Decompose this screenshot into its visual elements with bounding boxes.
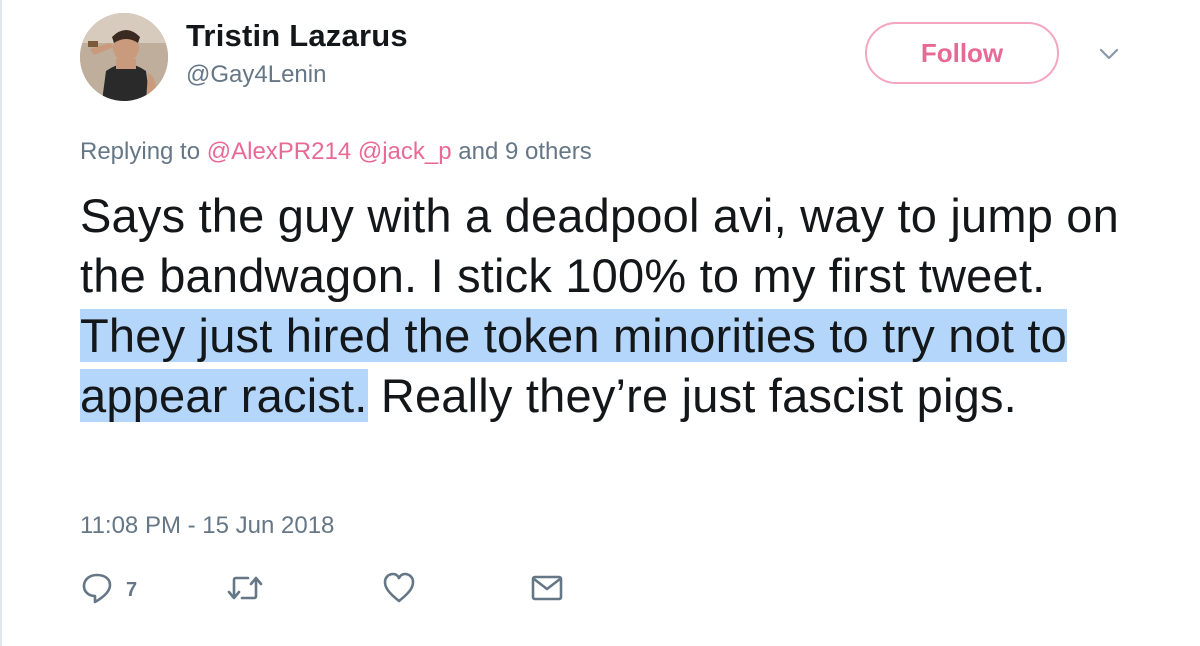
retweet-icon <box>226 571 264 610</box>
mention-link[interactable]: @jack_p <box>358 138 452 165</box>
tweet-text: Says the guy with a deadpool avi, way to… <box>80 186 1160 426</box>
others-link[interactable]: and 9 others <box>458 138 591 165</box>
display-name[interactable]: Tristin Lazarus <box>186 18 408 54</box>
replying-to-label: Replying to <box>80 138 201 165</box>
reply-icon <box>80 571 114 610</box>
user-handle[interactable]: @Gay4Lenin <box>186 61 326 89</box>
chevron-down-icon[interactable] <box>1098 43 1120 65</box>
tweet-text-part: Says the guy with a deadpool avi, way to… <box>80 189 1119 302</box>
tweet-timestamp[interactable]: 11:08 PM - 15 Jun 2018 <box>80 512 334 540</box>
avatar-image <box>80 13 168 101</box>
reply-count: 7 <box>126 578 138 601</box>
tweet-card: Tristin Lazarus @Gay4Lenin Follow Replyi… <box>0 0 1200 646</box>
mention-link[interactable]: @AlexPR214 <box>207 138 351 165</box>
direct-message-button[interactable] <box>530 572 564 608</box>
left-border <box>0 0 2 646</box>
reply-button[interactable]: 7 <box>80 572 137 608</box>
avatar[interactable] <box>80 13 168 101</box>
like-button[interactable] <box>382 572 416 608</box>
follow-button[interactable]: Follow <box>865 22 1059 84</box>
envelope-icon <box>530 571 564 610</box>
tweet-text-part: Really they’re just fascist pigs. <box>367 369 1017 422</box>
replying-to-line: Replying to @AlexPR214 @jack_p and 9 oth… <box>80 138 592 166</box>
heart-icon <box>382 571 416 610</box>
retweet-button[interactable] <box>226 572 264 608</box>
